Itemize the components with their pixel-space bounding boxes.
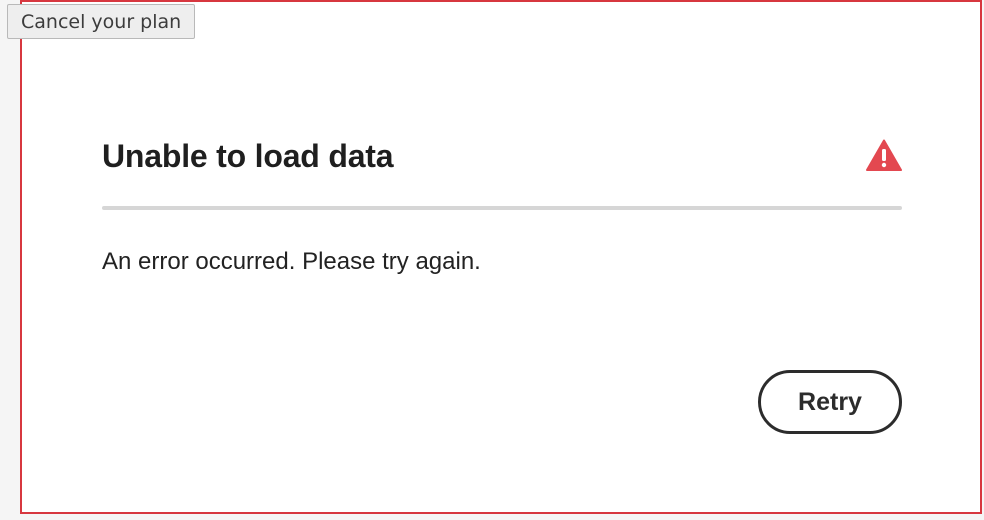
dialog-header: Unable to load data [102,136,902,186]
alert-triangle-icon [866,139,902,171]
error-message: An error occurred. Please try again. [102,248,481,275]
dialog-title: Unable to load data [102,138,394,174]
header-divider [102,206,902,210]
retry-button[interactable]: Retry [758,370,902,434]
tooltip-cancel-your-plan: Cancel your plan [7,4,196,39]
